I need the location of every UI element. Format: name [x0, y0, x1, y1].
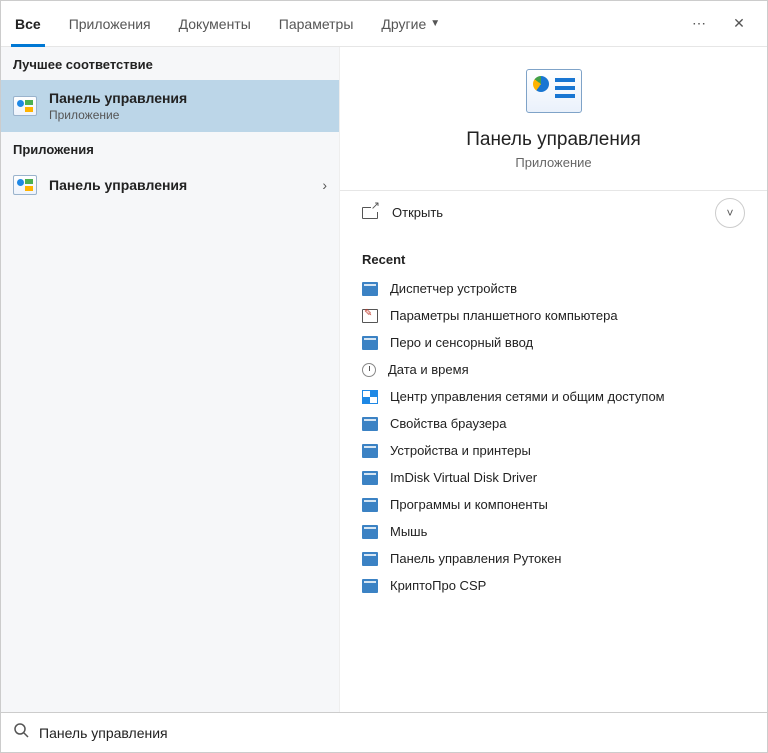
- control-panel-icon: [13, 175, 37, 195]
- preview-header: Панель управления Приложение: [340, 47, 767, 191]
- recent-item-label: Перо и сенсорный ввод: [390, 335, 533, 350]
- recent-item[interactable]: Программы и компоненты: [362, 491, 745, 518]
- recent-item[interactable]: Центр управления сетями и общим доступом: [362, 383, 745, 410]
- open-action[interactable]: Открыть ˅: [340, 191, 767, 234]
- preview-subtitle: Приложение: [515, 155, 591, 170]
- tab-more[interactable]: Другие ▼: [367, 1, 454, 47]
- recent-item-label: КриптоПро CSP: [390, 578, 486, 593]
- recent-item-icon: [362, 579, 378, 593]
- search-input[interactable]: [39, 725, 755, 741]
- open-icon: [362, 207, 378, 219]
- result-subtitle: Приложение: [49, 108, 187, 122]
- tab-label: Все: [15, 16, 41, 32]
- recent-item-label: Панель управления Рутокен: [390, 551, 562, 566]
- recent-item-label: Параметры планшетного компьютера: [390, 308, 618, 323]
- recent-item-label: Свойства браузера: [390, 416, 506, 431]
- best-match-header: Лучшее соответствие: [1, 47, 339, 80]
- recent-list: Диспетчер устройств Параметры планшетного…: [362, 275, 745, 599]
- content-area: Лучшее соответствие Панель управления Пр…: [1, 47, 767, 712]
- recent-item-icon: [362, 363, 376, 377]
- control-panel-icon: [13, 96, 37, 116]
- recent-item[interactable]: Панель управления Рутокен: [362, 545, 745, 572]
- recent-item-icon: [362, 498, 378, 512]
- recent-item-icon: [362, 282, 378, 296]
- search-icon: [13, 722, 29, 743]
- recent-item-icon: [362, 336, 378, 350]
- result-title: Панель управления: [49, 90, 187, 106]
- recent-item-label: ImDisk Virtual Disk Driver: [390, 470, 537, 485]
- recent-item-icon: [362, 471, 378, 485]
- recent-item-icon: [362, 525, 378, 539]
- recent-item[interactable]: Мышь: [362, 518, 745, 545]
- recent-item[interactable]: Свойства браузера: [362, 410, 745, 437]
- preview-pane: Панель управления Приложение Открыть ˅ R…: [339, 47, 767, 712]
- tab-label: Параметры: [279, 16, 354, 32]
- tab-settings[interactable]: Параметры: [265, 1, 368, 47]
- recent-item-label: Диспетчер устройств: [390, 281, 517, 296]
- recent-item-icon: [362, 417, 378, 431]
- results-pane: Лучшее соответствие Панель управления Пр…: [1, 47, 339, 712]
- recent-item-label: Дата и время: [388, 362, 469, 377]
- recent-item[interactable]: Дата и время: [362, 356, 745, 383]
- tab-label: Документы: [179, 16, 251, 32]
- tab-label: Приложения: [69, 16, 151, 32]
- recent-header: Recent: [362, 252, 745, 267]
- search-window: Все Приложения Документы Параметры Други…: [0, 0, 768, 753]
- recent-item[interactable]: КриптоПро CSP: [362, 572, 745, 599]
- tab-apps[interactable]: Приложения: [55, 1, 165, 47]
- recent-item-label: Мышь: [390, 524, 427, 539]
- more-options-button[interactable]: ⋯: [679, 4, 719, 44]
- recent-item-label: Центр управления сетями и общим доступом: [390, 389, 665, 404]
- recent-item[interactable]: Диспетчер устройств: [362, 275, 745, 302]
- preview-title: Панель управления: [466, 129, 641, 151]
- tab-docs[interactable]: Документы: [165, 1, 265, 47]
- tab-label: Другие: [381, 16, 426, 32]
- recent-item-label: Устройства и принтеры: [390, 443, 531, 458]
- recent-item-icon: [362, 390, 378, 404]
- caret-down-icon: ▼: [430, 18, 440, 29]
- recent-item[interactable]: ImDisk Virtual Disk Driver: [362, 464, 745, 491]
- expand-button[interactable]: ˅: [715, 198, 745, 228]
- recent-item-icon: [362, 309, 378, 323]
- close-button[interactable]: ✕: [719, 4, 759, 44]
- search-bar[interactable]: [1, 712, 767, 752]
- tabs-header: Все Приложения Документы Параметры Други…: [1, 1, 767, 47]
- result-title: Панель управления: [49, 177, 187, 193]
- recent-item[interactable]: Перо и сенсорный ввод: [362, 329, 745, 356]
- recent-item-label: Программы и компоненты: [390, 497, 548, 512]
- recent-section: Recent Диспетчер устройств Параметры план…: [340, 234, 767, 712]
- recent-item-icon: [362, 552, 378, 566]
- chevron-right-icon: ›: [322, 177, 327, 193]
- open-label: Открыть: [392, 205, 443, 220]
- recent-item[interactable]: Устройства и принтеры: [362, 437, 745, 464]
- apps-header: Приложения: [1, 132, 339, 165]
- app-result[interactable]: Панель управления ›: [1, 165, 339, 205]
- best-match-result[interactable]: Панель управления Приложение: [1, 80, 339, 132]
- recent-item-icon: [362, 444, 378, 458]
- control-panel-large-icon: [526, 69, 582, 113]
- tab-all[interactable]: Все: [1, 1, 55, 47]
- chevron-down-icon: ˅: [726, 206, 733, 220]
- recent-item[interactable]: Параметры планшетного компьютера: [362, 302, 745, 329]
